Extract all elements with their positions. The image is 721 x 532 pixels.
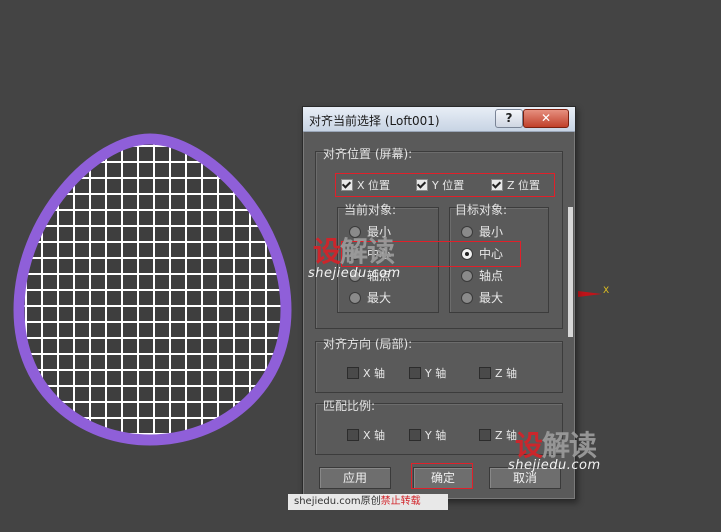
watermark-logo-top: 设解读 xyxy=(313,235,395,268)
align-position-title: 对齐位置 (屏幕): xyxy=(323,147,413,161)
checkbox-icon[interactable] xyxy=(409,367,421,379)
orient-y-checkbox[interactable]: Y 轴 xyxy=(409,365,446,381)
watermark-url-bottom: shejiedu.com xyxy=(508,458,601,473)
close-button[interactable]: ✕ xyxy=(523,109,569,128)
target-max-radio[interactable]: 最大 xyxy=(461,289,503,306)
radio-icon[interactable] xyxy=(461,291,473,304)
watermark-footer-bar: shejiedu.com原创禁止转载 xyxy=(288,494,448,510)
checkbox-icon[interactable] xyxy=(347,429,359,441)
x-axis-arrow-icon xyxy=(578,291,602,297)
checkbox-icon[interactable] xyxy=(479,367,491,379)
dialog-edge-strip xyxy=(568,207,573,337)
current-object-title: 当前对象: xyxy=(344,203,397,217)
scale-x-checkbox[interactable]: X 轴 xyxy=(347,427,385,443)
radio-icon[interactable] xyxy=(461,225,473,238)
dialog-titlebar[interactable]: 对齐当前选择 (Loft001) ? ✕ xyxy=(303,107,575,132)
target-min-radio[interactable]: 最小 xyxy=(461,223,503,240)
target-pivot-radio[interactable]: 轴点 xyxy=(461,267,503,284)
radio-icon[interactable] xyxy=(461,269,473,282)
current-max-radio[interactable]: 最大 xyxy=(349,289,391,306)
dialog-title: 对齐当前选择 (Loft001) xyxy=(309,114,440,128)
scale-z-checkbox[interactable]: Z 轴 xyxy=(479,427,517,443)
scale-y-checkbox[interactable]: Y 轴 xyxy=(409,427,446,443)
orient-x-checkbox[interactable]: X 轴 xyxy=(347,365,385,381)
watermark-url-top: shejiedu.com xyxy=(308,266,401,281)
checkbox-icon[interactable] xyxy=(347,367,359,379)
target-object-title: 目标对象: xyxy=(455,203,508,217)
checkbox-icon[interactable] xyxy=(479,429,491,441)
x-axis-label: X xyxy=(603,286,610,296)
apply-button[interactable]: 应用 xyxy=(319,467,391,489)
align-orientation-title: 对齐方向 (局部): xyxy=(323,337,413,351)
help-button[interactable]: ? xyxy=(495,109,523,128)
match-scale-title: 匹配比例: xyxy=(323,399,376,413)
xyz-position-highlight xyxy=(335,173,555,197)
checkbox-icon[interactable] xyxy=(409,429,421,441)
x-axis-gizmo: X xyxy=(578,286,612,301)
ok-button-highlight xyxy=(411,463,473,489)
radio-icon[interactable] xyxy=(349,291,361,304)
orient-z-checkbox[interactable]: Z 轴 xyxy=(479,365,517,381)
